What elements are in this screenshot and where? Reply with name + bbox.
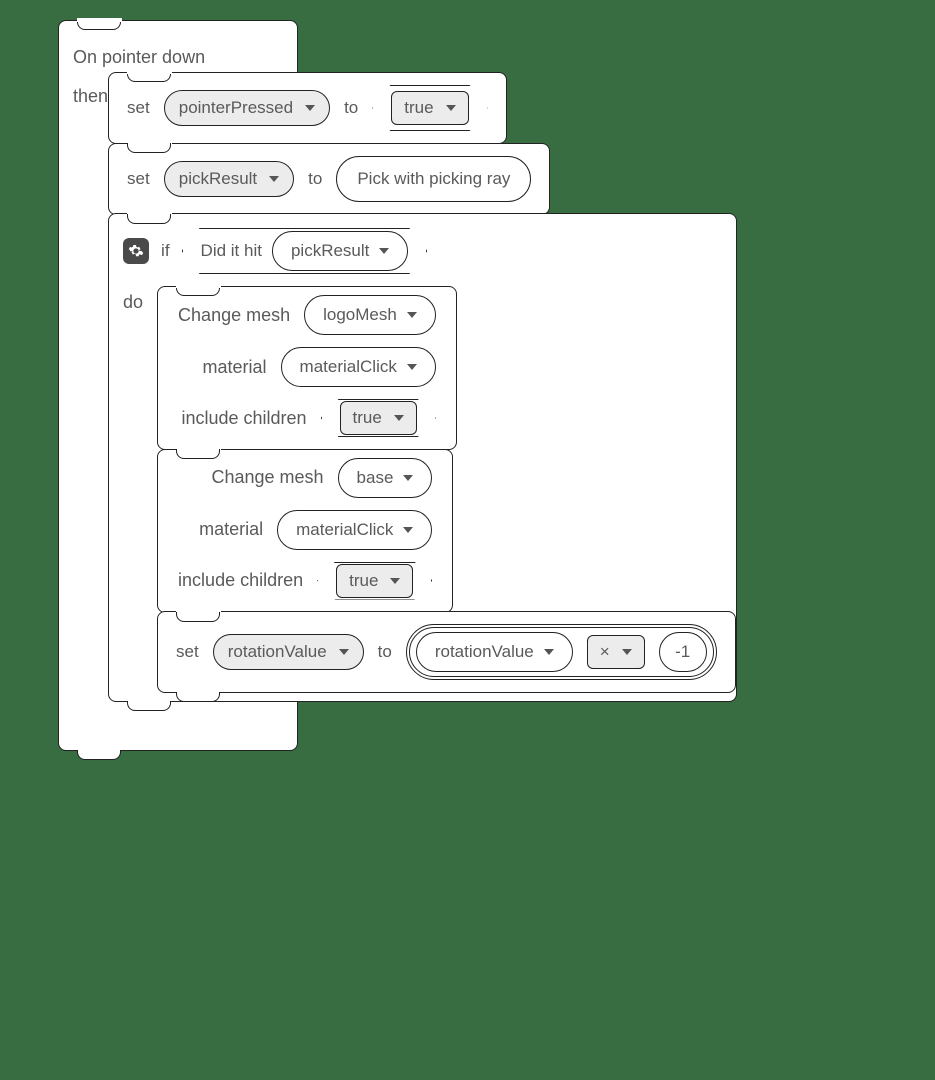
number-input[interactable]: -1	[659, 632, 707, 672]
chevron-down-icon	[407, 364, 417, 370]
if-condition-slot[interactable]: Did it hit pickResult	[182, 228, 428, 274]
rotationvalue-pill[interactable]: rotationValue	[416, 632, 573, 672]
include-children-label-2: include children	[178, 570, 303, 591]
change-mesh-logomesh-block[interactable]: Change mesh logoMesh material mater	[157, 286, 457, 450]
math-expression[interactable]: rotationValue × -1	[406, 624, 717, 680]
change-mesh-label-2: Change mesh	[211, 467, 323, 488]
then-label: then	[59, 78, 108, 107]
bool-dropdown-true-1[interactable]: true	[340, 401, 417, 435]
include-children-bool-1[interactable]: true	[321, 399, 436, 437]
material-dropdown-2[interactable]: materialClick	[277, 510, 432, 550]
chevron-down-icon	[544, 649, 554, 655]
chevron-down-icon	[446, 105, 456, 111]
var-dropdown-pointerpressed[interactable]: pointerPressed	[164, 90, 330, 126]
if-label: if	[161, 241, 170, 261]
pickresult-pill[interactable]: pickResult	[272, 231, 408, 271]
var-dropdown-rotationvalue[interactable]: rotationValue	[213, 634, 364, 670]
set-label: set	[176, 642, 199, 662]
event-on-pointer-down-block[interactable]: On pointer down then set pointerPressed …	[58, 20, 298, 751]
chevron-down-icon	[394, 415, 404, 421]
then-stack: set pointerPressed to true set	[108, 72, 737, 702]
to-label: to	[308, 169, 322, 189]
operator-dropdown[interactable]: ×	[587, 635, 645, 669]
chevron-down-icon	[390, 578, 400, 584]
to-label: to	[344, 98, 358, 118]
do-stack: Change mesh logoMesh material mater	[157, 286, 736, 693]
gear-icon[interactable]	[123, 238, 149, 264]
var-dropdown-pickresult[interactable]: pickResult	[164, 161, 294, 197]
chevron-down-icon	[379, 248, 389, 254]
if-block[interactable]: if Did it hit pickResult do	[108, 213, 737, 702]
chevron-down-icon	[269, 176, 279, 182]
include-children-label: include children	[181, 408, 306, 429]
did-it-hit-label: Did it hit	[201, 241, 262, 261]
mesh-dropdown-base[interactable]: base	[338, 458, 433, 498]
change-mesh-base-block[interactable]: Change mesh base material materialC	[157, 449, 453, 613]
chevron-down-icon	[339, 649, 349, 655]
set-pickresult-block[interactable]: set pickResult to Pick with picking ray	[108, 143, 550, 215]
change-mesh-label: Change mesh	[178, 305, 290, 326]
set-label: set	[127, 169, 150, 189]
pick-with-ray-value[interactable]: Pick with picking ray	[336, 156, 531, 202]
set-pointerpressed-block[interactable]: set pointerPressed to true	[108, 72, 507, 144]
chevron-down-icon	[622, 649, 632, 655]
material-label-2: material	[199, 519, 263, 540]
bool-dropdown-true-2[interactable]: true	[336, 564, 413, 598]
bool-dropdown-true[interactable]: true	[391, 91, 468, 125]
set-label: set	[127, 98, 150, 118]
chevron-down-icon	[407, 312, 417, 318]
mesh-dropdown-logomesh[interactable]: logoMesh	[304, 295, 436, 335]
material-label: material	[203, 357, 267, 378]
do-label: do	[109, 286, 157, 313]
set-rotationvalue-block[interactable]: set rotationValue to rotationValue	[157, 611, 736, 693]
chevron-down-icon	[403, 527, 413, 533]
bool-true-slot[interactable]: true	[372, 85, 487, 131]
to-label: to	[378, 642, 392, 662]
material-dropdown-1[interactable]: materialClick	[281, 347, 436, 387]
chevron-down-icon	[305, 105, 315, 111]
include-children-bool-2[interactable]: true	[317, 562, 432, 600]
chevron-down-icon	[403, 475, 413, 481]
